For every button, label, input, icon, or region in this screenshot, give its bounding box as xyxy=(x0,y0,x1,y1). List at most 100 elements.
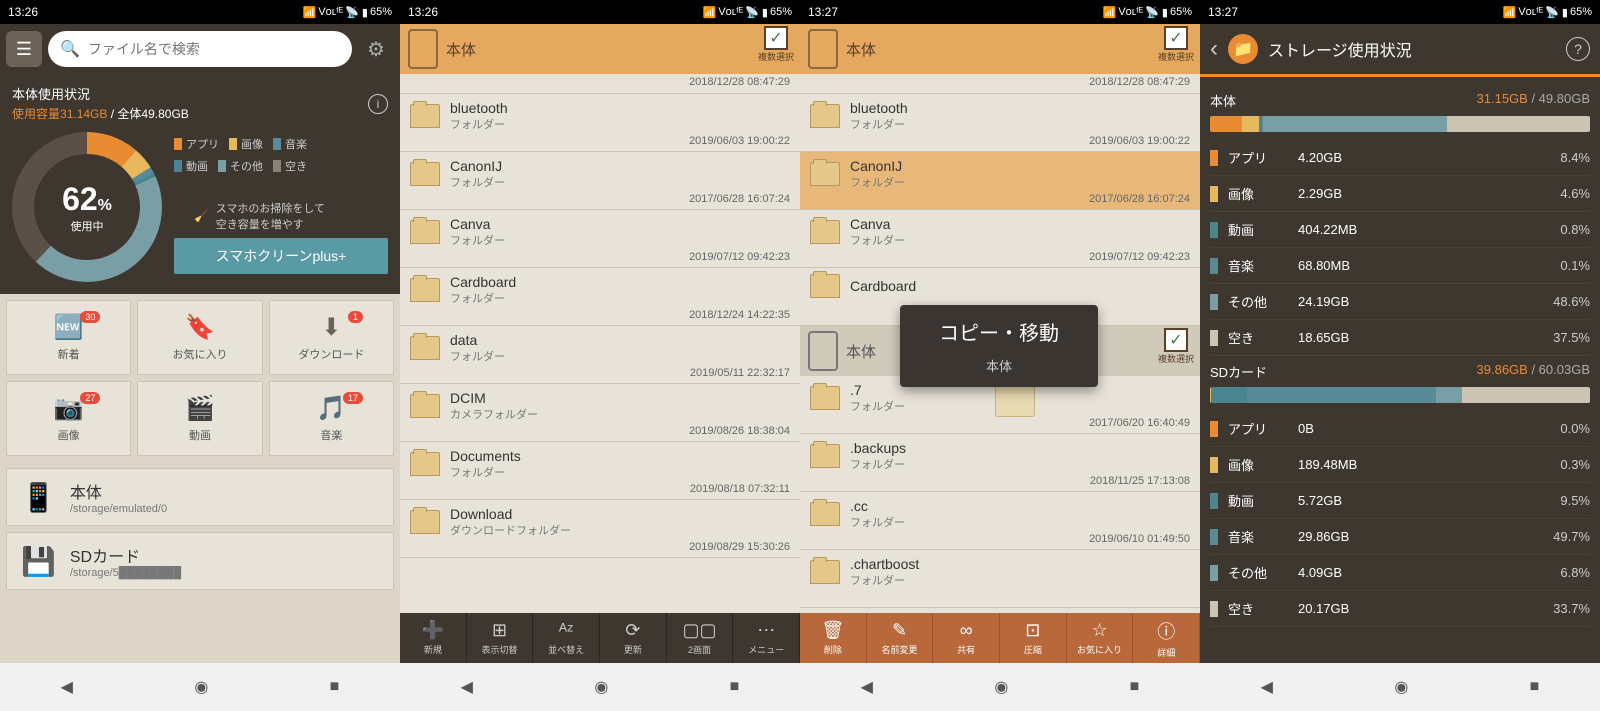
grid-item-音楽[interactable]: 🎵音楽17 xyxy=(269,381,394,456)
storage-row[interactable]: 空き18.65GB37.5% xyxy=(1210,320,1590,356)
grid-item-新着[interactable]: 🆕新着30 xyxy=(6,300,131,375)
toolbar-更新[interactable]: ⟳更新 xyxy=(600,613,667,663)
storage-row[interactable]: 空き20.17GB33.7% xyxy=(1210,591,1590,627)
storage-info: 使用容量31.14GB / 全体49.80GB xyxy=(12,105,388,122)
list-item[interactable]: bluetoothフォルダー2019/06/03 19:00:22 xyxy=(800,94,1200,152)
nav-back[interactable]: ◀ xyxy=(461,677,473,697)
toolbar-表示切替[interactable]: ⊞表示切替 xyxy=(467,613,534,663)
storage-row[interactable]: 画像189.48MB0.3% xyxy=(1210,447,1590,483)
search-box[interactable]: 🔍 xyxy=(48,31,352,67)
storage-row[interactable]: 動画5.72GB9.5% xyxy=(1210,483,1590,519)
storage-row[interactable]: 動画404.22MB0.8% xyxy=(1210,212,1590,248)
storage-bar xyxy=(1210,116,1590,132)
folder-list[interactable]: 2018/12/28 08:47:29 bluetoothフォルダー2019/0… xyxy=(400,74,800,613)
nav-back[interactable]: ◀ xyxy=(61,677,73,697)
multiselect-toggle[interactable]: ✓ 複数選択 xyxy=(758,26,794,63)
storage-row[interactable]: アプリ0B0.0% xyxy=(1210,411,1590,447)
storage-detail-body[interactable]: 本体31.15GB / 49.80GBアプリ4.20GB8.4%画像2.29GB… xyxy=(1200,77,1600,663)
toolbar-メニュー[interactable]: ⋯メニュー xyxy=(733,613,800,663)
device-icon xyxy=(408,29,438,69)
toolbar-圧縮[interactable]: ⊡圧縮 xyxy=(1000,613,1067,663)
list-item[interactable]: .backupsフォルダー2018/11/25 17:13:08 xyxy=(800,434,1200,492)
status-bar: 13:27 📶 Vᴏʟᵗᴱ 📡 ▮ 65% xyxy=(1200,0,1600,24)
storage-list: 📱本体/storage/emulated/0 💾SDカード/storage/5██… xyxy=(0,462,400,596)
list-item[interactable]: Documentsフォルダー2019/08/18 07:32:11 xyxy=(400,442,800,500)
copy-move-popup: コピー・移動 本体 xyxy=(900,305,1098,387)
storage-row[interactable]: その他4.09GB6.8% xyxy=(1210,555,1590,591)
nav-home[interactable]: ◉ xyxy=(1394,677,1408,697)
help-button[interactable]: ? xyxy=(1566,37,1590,61)
status-bar: 13:26 📶 Vᴏʟᵗᴱ 📡 ▮ 65% xyxy=(0,0,400,24)
nav-home[interactable]: ◉ xyxy=(994,677,1008,697)
drag-folder-icon xyxy=(995,385,1035,417)
nav-back[interactable]: ◀ xyxy=(1261,677,1273,697)
list-item[interactable]: CanonIJフォルダー2017/06/28 16:07:24 xyxy=(400,152,800,210)
android-nav: ◀ ◉ ■ xyxy=(400,663,800,711)
search-input[interactable] xyxy=(88,41,340,57)
list-item[interactable]: Canvaフォルダー2019/07/12 09:42:23 xyxy=(800,210,1200,268)
toolbar-削除[interactable]: 🗑削除 xyxy=(800,613,867,663)
browser-header: 本体 ✓ 複数選択 xyxy=(400,24,800,74)
info-icon[interactable]: i xyxy=(368,94,388,114)
toolbar-名前変更[interactable]: ✎名前変更 xyxy=(867,613,934,663)
grid-icon: 🎬 xyxy=(185,394,215,423)
storage-row[interactable]: 音楽68.80MB0.1% xyxy=(1210,248,1590,284)
storage-row[interactable]: アプリ4.20GB8.4% xyxy=(1210,140,1590,176)
nav-home[interactable]: ◉ xyxy=(194,677,208,697)
toolbar-お気に入り[interactable]: ☆お気に入り xyxy=(1067,613,1134,663)
list-item[interactable]: CanonIJフォルダー2017/06/28 16:07:24 xyxy=(800,152,1200,210)
browser-header-top: 本体 ✓複数選択 xyxy=(800,24,1200,74)
folder-icon xyxy=(810,502,840,526)
back-button[interactable]: ‹ xyxy=(1210,35,1218,63)
multiselect-toggle[interactable]: ✓複数選択 xyxy=(1158,328,1194,365)
storage-row[interactable]: 画像2.29GB4.6% xyxy=(1210,176,1590,212)
nav-recent[interactable]: ■ xyxy=(330,678,340,696)
android-nav: ◀ ◉ ■ xyxy=(800,663,1200,711)
clean-button[interactable]: スマホクリーンplus+ xyxy=(174,238,388,274)
badge: 1 xyxy=(348,311,363,323)
folder-icon xyxy=(410,336,440,360)
multiselect-toggle[interactable]: ✓複数選択 xyxy=(1158,26,1194,63)
list-item[interactable]: Canvaフォルダー2019/07/12 09:42:23 xyxy=(400,210,800,268)
list-item[interactable]: bluetoothフォルダー2019/06/03 19:00:22 xyxy=(400,94,800,152)
detail-header: ‹ 📁 ストレージ使用状況 ? xyxy=(1200,24,1600,74)
nav-home[interactable]: ◉ xyxy=(594,677,608,697)
list-item[interactable]: Cardboardフォルダー2018/12/24 14:22:35 xyxy=(400,268,800,326)
storage-item[interactable]: 📱本体/storage/emulated/0 xyxy=(6,468,394,526)
storage-item[interactable]: 💾SDカード/storage/5████████ xyxy=(6,532,394,590)
storage-icon: 📱 xyxy=(21,481,56,514)
nav-recent[interactable]: ■ xyxy=(1530,678,1540,696)
app-header: ☰ 🔍 ⚙ xyxy=(0,24,400,74)
toolbar-新規[interactable]: ➕新規 xyxy=(400,613,467,663)
list-item[interactable]: dataフォルダー2019/05/11 22:32:17 xyxy=(400,326,800,384)
list-item[interactable]: 2018/12/28 08:47:29 xyxy=(400,74,800,94)
toolbar-共有[interactable]: ∞共有 xyxy=(933,613,1000,663)
grid-item-画像[interactable]: 📷画像27 xyxy=(6,381,131,456)
settings-button[interactable]: ⚙ xyxy=(358,31,394,67)
nav-recent[interactable]: ■ xyxy=(1130,678,1140,696)
toolbar-並べ替え[interactable]: ᴬᶻ並べ替え xyxy=(533,613,600,663)
storage-row[interactable]: 音楽29.86GB49.7% xyxy=(1210,519,1590,555)
grid-item-動画[interactable]: 🎬動画 xyxy=(137,381,262,456)
grid-item-お気に入り[interactable]: 🔖お気に入り xyxy=(137,300,262,375)
folder-list-top[interactable]: 2018/12/28 08:47:29 bluetoothフォルダー2019/0… xyxy=(800,74,1200,326)
list-item[interactable]: .chartboostフォルダー xyxy=(800,550,1200,608)
category-grid: 🆕新着30🔖お気に入り⬇ダウンロード1 📷画像27🎬動画🎵音楽17 xyxy=(0,294,400,462)
folder-icon xyxy=(810,220,840,244)
list-item[interactable]: Downloadダウンロードフォルダー2019/08/29 15:30:26 xyxy=(400,500,800,558)
grid-item-ダウンロード[interactable]: ⬇ダウンロード1 xyxy=(269,300,394,375)
device-icon xyxy=(808,29,838,69)
storage-title: 本体使用状況 xyxy=(12,84,388,103)
status-bar: 13:26 📶 Vᴏʟᵗᴱ 📡 ▮ 65% xyxy=(400,0,800,24)
grid-icon: 🎵 xyxy=(316,394,346,423)
toolbar-2画面[interactable]: ▢▢2画面 xyxy=(667,613,734,663)
storage-donut-area: 62% 使用中 アプリ 画像 音楽 動画 その他 空き 🧹 スマホのお掃除をして… xyxy=(0,132,400,294)
nav-back[interactable]: ◀ xyxy=(861,677,873,697)
toolbar-詳細[interactable]: ⓘ詳細 xyxy=(1133,613,1200,663)
folder-icon xyxy=(410,278,440,302)
nav-recent[interactable]: ■ xyxy=(730,678,740,696)
list-item[interactable]: .ccフォルダー2019/06/10 01:49:50 xyxy=(800,492,1200,550)
menu-button[interactable]: ☰ xyxy=(6,31,42,67)
list-item[interactable]: DCIMカメラフォルダー2019/08/26 18:38:04 xyxy=(400,384,800,442)
storage-row[interactable]: その他24.19GB48.6% xyxy=(1210,284,1590,320)
